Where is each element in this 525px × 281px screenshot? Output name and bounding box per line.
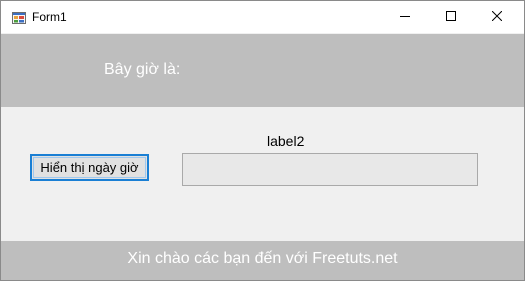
maximize-icon bbox=[446, 8, 456, 26]
datetime-output-textbox[interactable] bbox=[182, 153, 478, 186]
current-time-label: Bây giờ là: bbox=[104, 61, 181, 78]
form-window: Form1 Bây giờ là: label2 Hiển thị ngày g… bbox=[0, 0, 525, 281]
window-title: Form1 bbox=[32, 10, 67, 24]
welcome-message: Xin chào các bạn đến với Freetuts.net bbox=[127, 250, 398, 267]
header-panel: Bây giờ là: bbox=[1, 34, 524, 107]
show-datetime-button-label: Hiển thị ngày giờ bbox=[40, 160, 139, 175]
close-icon bbox=[491, 8, 503, 26]
show-datetime-button[interactable]: Hiển thị ngày giờ bbox=[30, 154, 149, 181]
close-button[interactable] bbox=[474, 1, 520, 33]
maximize-button[interactable] bbox=[428, 1, 474, 33]
title-bar[interactable]: Form1 bbox=[1, 1, 524, 33]
footer-panel: Xin chào các bạn đến với Freetuts.net bbox=[1, 241, 524, 280]
minimize-icon bbox=[400, 8, 410, 26]
winforms-app-icon bbox=[12, 11, 26, 24]
datetime-label: label2 bbox=[267, 133, 305, 149]
minimize-button[interactable] bbox=[382, 1, 428, 33]
